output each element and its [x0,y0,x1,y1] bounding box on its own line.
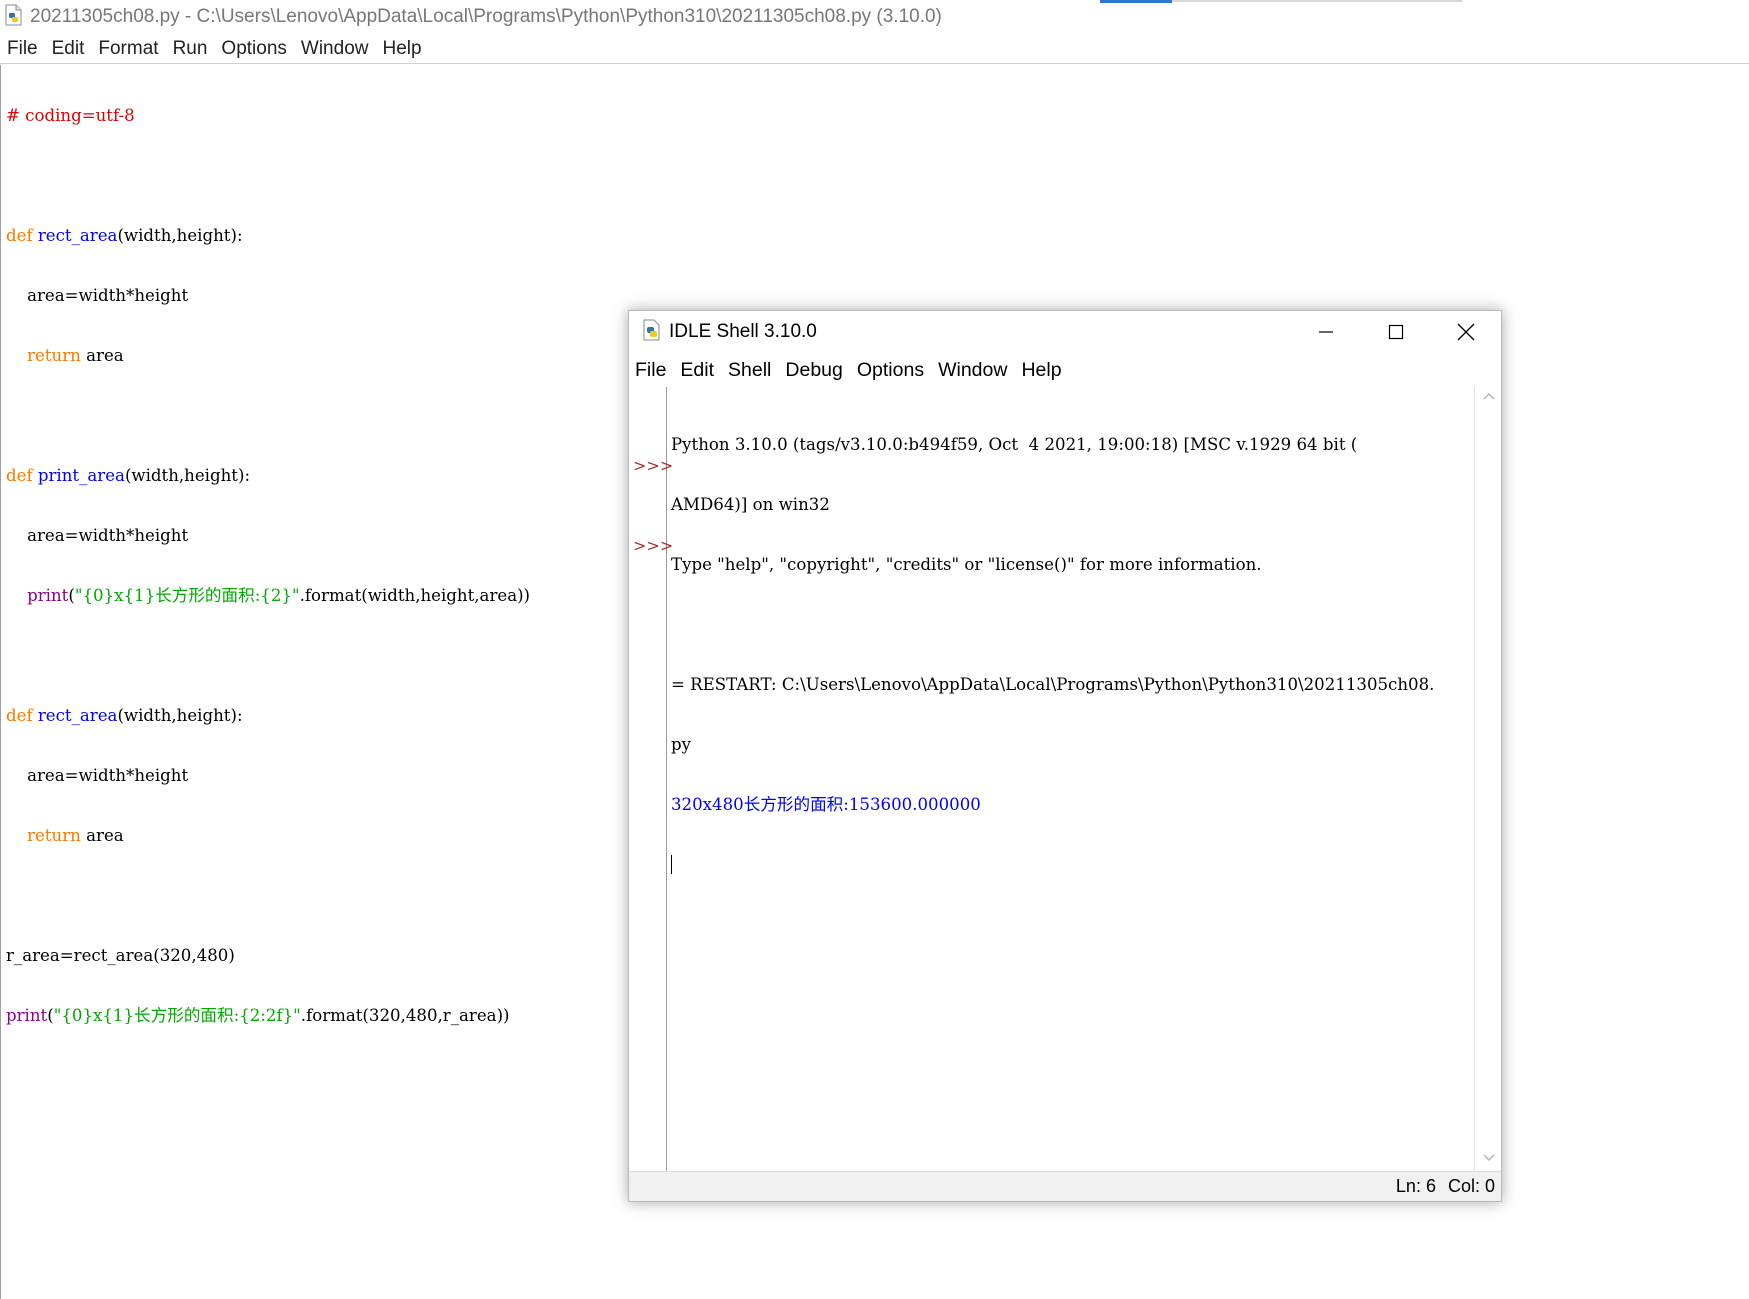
shell-titlebar[interactable]: IDLE Shell 3.10.0 [629,311,1501,353]
shell-menu-file[interactable]: File [635,359,666,382]
keyword: def [6,466,33,485]
string-literal: "{0}x{1}长方形的面积:{2}" [74,586,300,605]
minimize-button[interactable] [1291,311,1361,353]
scroll-up-button[interactable] [1475,391,1502,409]
function-name: print_area [37,466,125,485]
editor-menu-edit[interactable]: Edit [52,38,85,60]
shell-line: py [671,735,691,754]
shell-statusbar: Ln: 6 Col: 0 [629,1171,1501,1201]
code-text: area [80,826,124,845]
shell-output: Python 3.10.0 (tags/v3.10.0:b494f59, Oct… [671,395,1456,915]
string-literal: "{0}x{1}长方形的面积:{2:2f}" [53,1006,301,1025]
code-text: .format(320,480,r_area)) [300,1006,510,1025]
shell-line: = RESTART: C:\Users\Lenovo\AppData\Local… [671,675,1435,694]
vertical-scrollbar[interactable] [1474,387,1501,1171]
code-text: (width,height): [124,466,251,485]
shell-menu-edit[interactable]: Edit [680,359,714,382]
code-editor[interactable]: # coding=utf-8 def rect_area(width,heigh… [6,66,530,1066]
prompt-gutter: >>> >>> [629,387,673,1171]
scroll-down-button[interactable] [1475,1151,1502,1169]
idle-shell-window: IDLE Shell 3.10.0 File Edit Shell Debug … [628,310,1502,1202]
maximize-button[interactable] [1361,311,1431,353]
editor-left-border [0,65,1,1299]
editor-menu-run[interactable]: Run [173,38,208,60]
code-line: return area [6,826,530,846]
close-button[interactable] [1431,311,1501,353]
shell-window-title: IDLE Shell 3.10.0 [669,321,817,342]
code-line: area=width*height [6,766,189,785]
shell-program-output: 320x480长方形的面积:153600.000000 [671,795,981,814]
code-line: # coding=utf-8 [6,106,135,125]
code-text: (width,height): [117,706,243,725]
code-text: .format(width,height,area)) [299,586,531,605]
editor-menu-format[interactable]: Format [98,38,158,60]
shell-line: AMD64)] on win32 [671,495,830,514]
code-line: return area [6,346,530,366]
editor-menu-window[interactable]: Window [301,38,369,60]
minimize-icon [1319,331,1333,333]
shell-line: Type "help", "copyright", "credits" or "… [671,555,1262,574]
function-name: rect_area [37,226,118,245]
editor-menu-help[interactable]: Help [382,38,421,60]
shell-menu-debug[interactable]: Debug [785,359,842,382]
code-line: r_area=rect_area(320,480) [6,946,235,965]
editor-menu-options[interactable]: Options [221,38,286,60]
code-text: area [80,346,124,365]
scroll-up-icon [1483,393,1494,400]
function-name: rect_area [37,706,118,725]
keyword: def [6,706,33,725]
shell-text-area[interactable]: >>> >>> Python 3.10.0 (tags/v3.10.0:b494… [629,387,1501,1171]
close-icon [1457,323,1475,341]
shell-menu-shell[interactable]: Shell [728,359,771,382]
builtin-name: print [27,586,69,605]
code-line: def rect_area(width,height): [6,706,530,726]
code-line: print("{0}x{1}长方形的面积:{2:2f}".format(320,… [6,1006,530,1026]
shell-input-line[interactable] [671,855,1456,875]
line-number-status: Ln: 6 [1395,1176,1436,1196]
editor-menu-file[interactable]: File [7,38,38,60]
shell-prompt: >>> [633,456,674,475]
code-line: area=width*height [6,526,189,545]
python-icon [641,319,663,346]
shell-menu-options[interactable]: Options [857,359,924,382]
keyword: return [27,826,81,845]
shell-menubar: File Edit Shell Debug Options Window Hel… [629,353,1501,387]
editor-window-title: 20211305ch08.py - C:\Users\Lenovo\AppDat… [30,6,942,27]
code-text: (width,height): [117,226,243,245]
shell-menu-window[interactable]: Window [938,359,1007,382]
shell-menu-help[interactable]: Help [1021,359,1061,382]
builtin-name: print [6,1006,48,1025]
maximize-icon [1388,324,1404,340]
code-line: def print_area(width,height): [6,466,530,486]
editor-titlebar[interactable]: 20211305ch08.py - C:\Users\Lenovo\AppDat… [0,0,1749,34]
python-file-icon [4,4,24,31]
code-line: print("{0}x{1}长方形的面积:{2}".format(width,h… [6,586,530,606]
scroll-down-icon [1483,1154,1494,1161]
shell-prompt: >>> [633,536,674,555]
keyword: def [6,226,33,245]
shell-line: Python 3.10.0 (tags/v3.10.0:b494f59, Oct… [671,435,1358,454]
column-number-status: Col: 0 [1447,1176,1495,1196]
keyword: return [27,346,81,365]
code-line: def rect_area(width,height): [6,226,530,246]
code-line: area=width*height [6,286,189,305]
text-cursor [671,855,672,874]
editor-menubar: File Edit Format Run Options Window Help [0,34,1749,64]
